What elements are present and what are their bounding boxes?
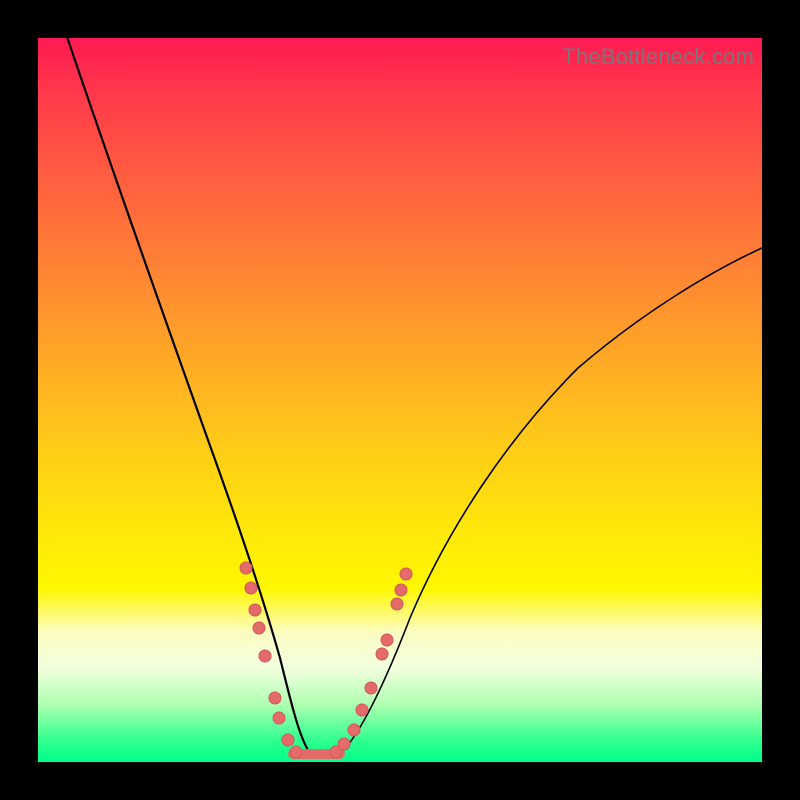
highlight-dots (240, 562, 412, 758)
curve-svg (38, 38, 762, 762)
plot-area: TheBottleneck.com (38, 38, 762, 762)
chart-frame: TheBottleneck.com (0, 0, 800, 800)
curve-left-arm (64, 38, 308, 750)
curve-right-arm (338, 248, 762, 756)
